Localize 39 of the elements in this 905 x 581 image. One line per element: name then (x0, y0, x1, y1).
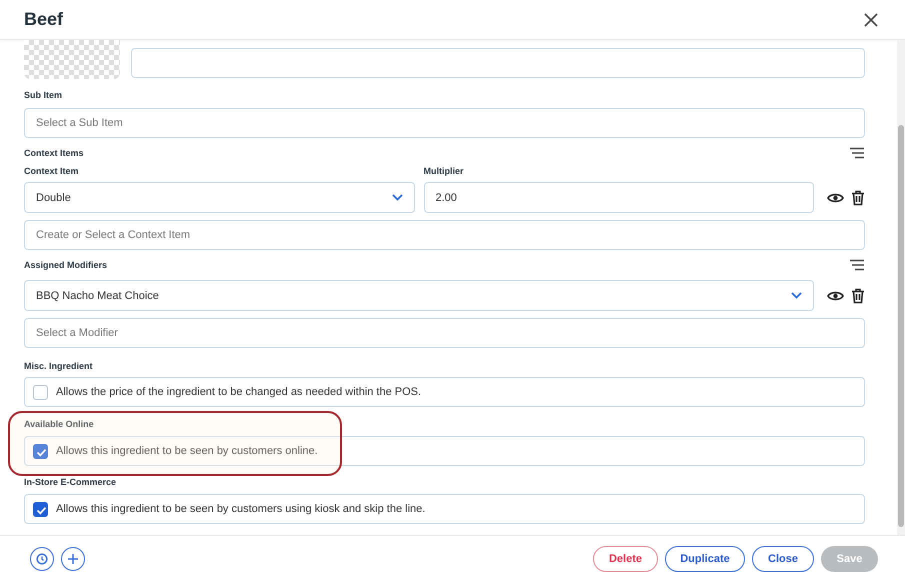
eye-icon[interactable] (827, 192, 844, 204)
field-label: Multiplier (424, 165, 464, 178)
chevron-icon (791, 292, 802, 299)
clock-icon (36, 552, 48, 564)
close-icon[interactable] (863, 12, 879, 28)
checkbox[interactable] (33, 384, 48, 400)
field-label: Context Item (24, 165, 79, 178)
select-field[interactable]: Select a Sub Item (24, 108, 865, 138)
field-label: Misc. Ingredient (24, 360, 93, 373)
select-field[interactable]: Create or Select a Context Item (24, 220, 865, 250)
scrollbar-thumb[interactable] (898, 125, 904, 527)
field-label: Context Items (24, 147, 84, 160)
select-field[interactable]: Double (24, 182, 414, 213)
add-button[interactable] (61, 546, 85, 570)
checkbox[interactable] (33, 502, 48, 516)
dialog-title: Beef (24, 9, 64, 30)
eye-icon[interactable] (827, 290, 844, 302)
input-field[interactable] (130, 48, 865, 78)
history-button[interactable] (30, 546, 54, 570)
checkbox-label: Allows the price of the ingredient to be changed as needed within the POS. (56, 386, 422, 398)
checkbox-label: Allows this ingredient to be seen by customers using kiosk and skip the line. (56, 503, 426, 515)
footer-button[interactable]: Duplicate (665, 546, 745, 572)
footer-button[interactable]: Close (752, 546, 814, 572)
chevron-icon (392, 194, 402, 201)
plus-icon (67, 552, 79, 564)
trash-icon[interactable] (851, 190, 865, 206)
checkbox[interactable] (33, 444, 48, 458)
trash-icon[interactable] (851, 288, 865, 304)
select-field[interactable]: BBQ Nacho Meat Choice (24, 280, 814, 311)
field-label: In-Store E-Commerce (24, 476, 116, 489)
input-field[interactable]: 2.00 (424, 182, 814, 213)
field-label: Available Online (24, 418, 94, 431)
footer-button[interactable]: Delete (593, 546, 658, 572)
checkbox-label: Allows this ingredient to be seen by customers online. (56, 445, 318, 457)
field-label: Assigned Modifiers (24, 259, 108, 272)
field-label: Sub Item (24, 89, 62, 102)
sort-icon[interactable] (849, 147, 865, 159)
select-field[interactable]: Select a Modifier (24, 318, 865, 348)
sort-icon[interactable] (849, 259, 865, 271)
